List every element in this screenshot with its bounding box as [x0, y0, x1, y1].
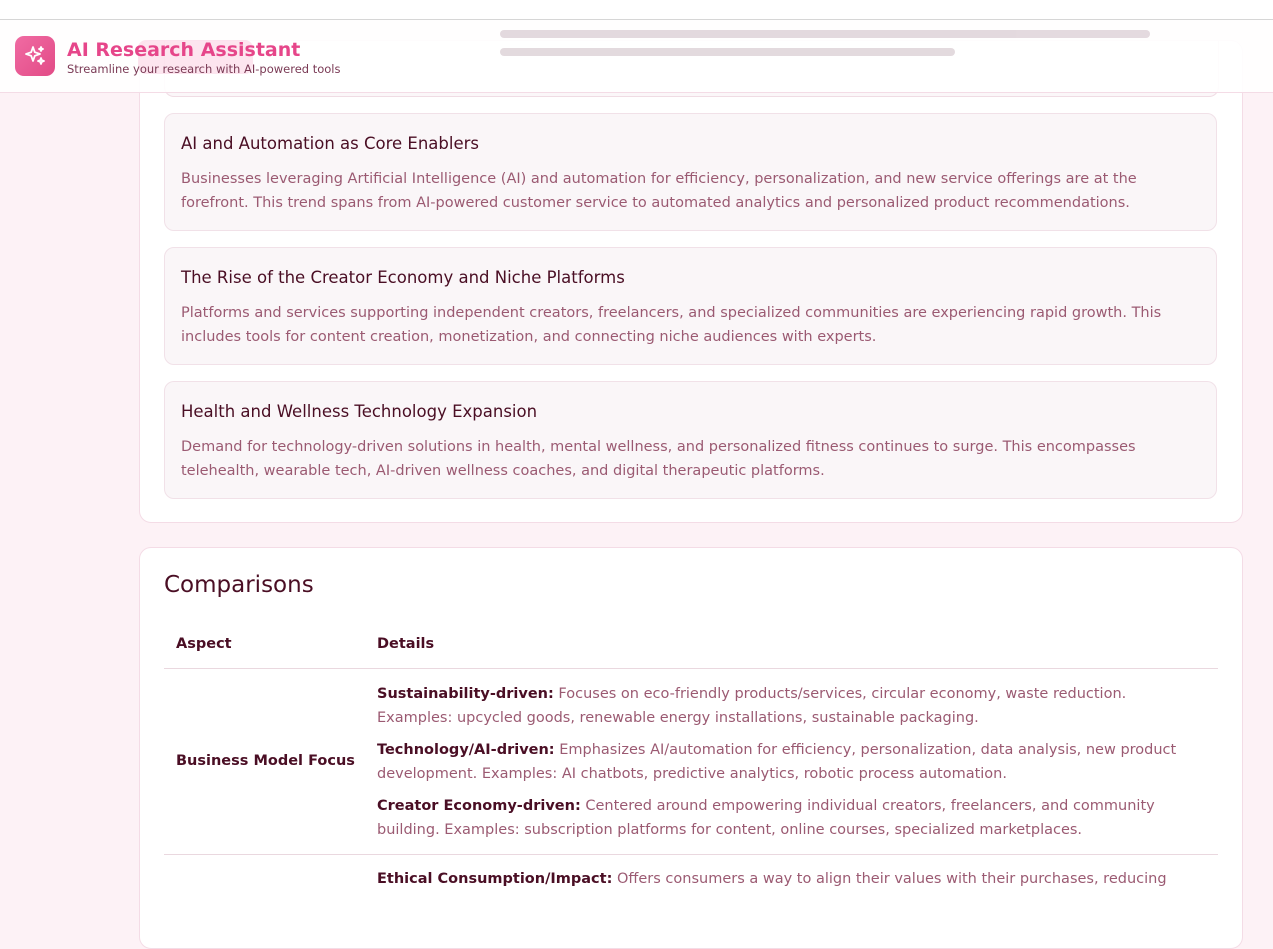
- column-header-details: Details: [377, 636, 435, 652]
- column-header-aspect: Aspect: [176, 636, 232, 652]
- table-divider: [164, 854, 1218, 855]
- trend-title: The Rise of the Creator Economy and Nich…: [181, 268, 625, 287]
- trend-description: Platforms and services supporting indepe…: [181, 305, 1162, 345]
- detail-label: Ethical Consumption/Impact:: [377, 871, 613, 887]
- trend-description: Demand for technology-driven solutions i…: [181, 439, 1136, 479]
- obscured-text: [500, 20, 1150, 60]
- comparisons-card: Comparisons Aspect Details Business Mode…: [139, 547, 1243, 949]
- trend-item: Health and Wellness Technology Expansion…: [164, 381, 1217, 499]
- app-title: AI Research Assistant: [67, 39, 301, 61]
- trends-card: AI and Automation as Core Enablers Busin…: [139, 40, 1243, 523]
- aspect-cell: Business Model Focus: [176, 753, 355, 769]
- trend-item: The Rise of the Creator Economy and Nich…: [164, 247, 1217, 365]
- detail-text: Offers consumers a way to align their va…: [612, 871, 1167, 887]
- detail-item: Sustainability-driven: Focuses on eco-fr…: [377, 682, 1177, 730]
- detail-label: Technology/AI-driven:: [377, 742, 555, 758]
- detail-item: Ethical Consumption/Impact: Offers consu…: [377, 867, 1177, 891]
- trend-title: Health and Wellness Technology Expansion: [181, 402, 538, 421]
- browser-top-bar: [0, 0, 1273, 20]
- comparisons-title: Comparisons: [164, 572, 314, 598]
- sparkles-icon[interactable]: [15, 36, 55, 76]
- trend-title: AI and Automation as Core Enablers: [181, 134, 479, 153]
- table-divider: [164, 668, 1218, 669]
- app-header: AI Research Assistant Streamline your re…: [0, 20, 1273, 93]
- trend-description: Businesses leveraging Artificial Intelli…: [181, 171, 1137, 211]
- app-subtitle: Streamline your research with AI-powered…: [67, 62, 341, 76]
- detail-label: Sustainability-driven:: [377, 686, 554, 702]
- detail-item: Technology/AI-driven: Emphasizes AI/auto…: [377, 738, 1177, 786]
- trend-item: AI and Automation as Core Enablers Busin…: [164, 113, 1217, 231]
- detail-label: Creator Economy-driven:: [377, 798, 581, 814]
- detail-item: Creator Economy-driven: Centered around …: [377, 794, 1177, 842]
